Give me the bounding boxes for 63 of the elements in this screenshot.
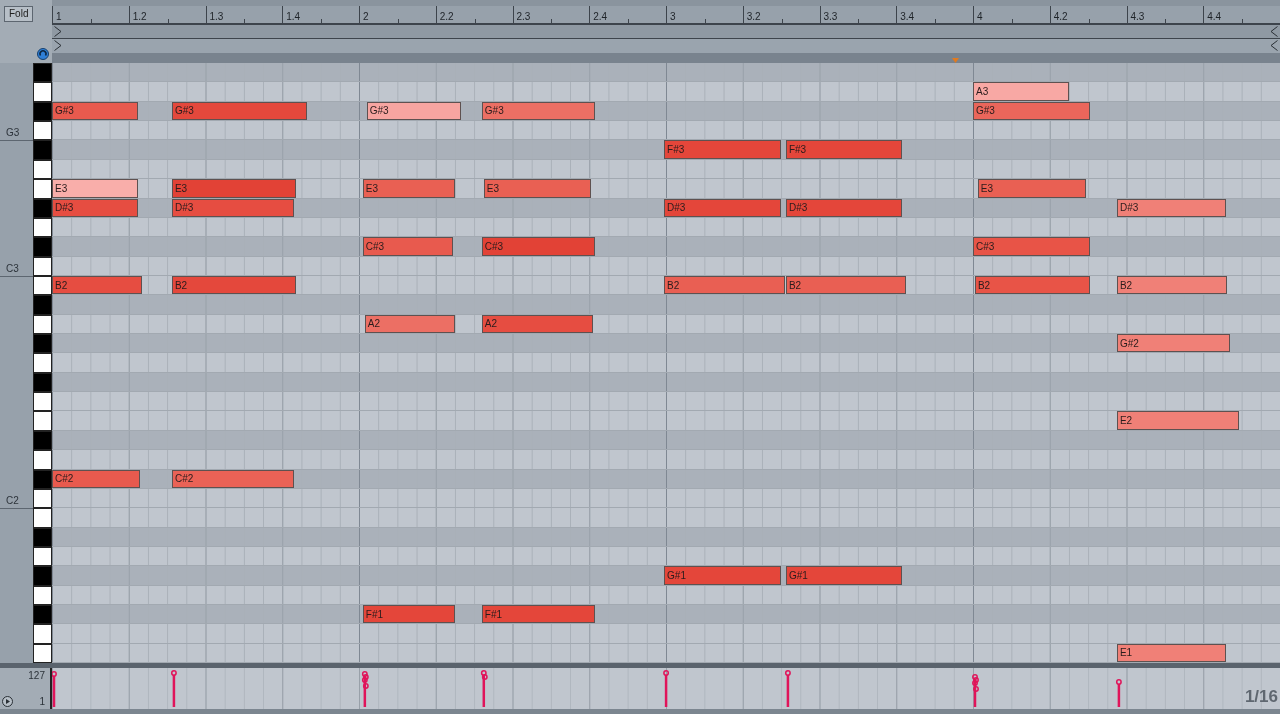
midi-note[interactable]: E3 <box>171 179 296 198</box>
ruler-label: 3 <box>669 10 676 23</box>
midi-note[interactable]: G#1 <box>664 566 782 585</box>
grid-resolution-label: 1/16 <box>1244 687 1278 708</box>
midi-note[interactable]: C#3 <box>481 237 595 256</box>
ruler-label: 4.2 <box>1052 10 1068 23</box>
chevron-right-icon <box>54 40 62 52</box>
midi-note[interactable]: F#3 <box>785 140 902 159</box>
velocity-stem[interactable] <box>361 671 369 708</box>
midi-note[interactable]: E3 <box>362 179 455 198</box>
natural-piano-key[interactable] <box>33 508 52 528</box>
natural-piano-key[interactable] <box>33 121 52 141</box>
ruler-label: 3.2 <box>745 10 761 23</box>
velocity-stem[interactable] <box>663 670 670 708</box>
ruler-label: 1.3 <box>208 10 224 23</box>
midi-note[interactable]: E3 <box>977 179 1087 198</box>
velocity-stem[interactable] <box>972 674 979 708</box>
ruler-label: 1.4 <box>285 10 301 23</box>
midi-note[interactable]: G#1 <box>785 566 902 585</box>
ruler-label: 2.2 <box>438 10 454 23</box>
midi-note[interactable]: F#3 <box>664 140 782 159</box>
midi-note[interactable]: A3 <box>973 82 1069 101</box>
ruler-label: 4 <box>976 10 983 23</box>
octave-label: G3 <box>5 127 20 141</box>
chevron-left-icon <box>1270 25 1278 37</box>
chevron-left-icon <box>1270 40 1278 52</box>
midi-note[interactable]: E3 <box>52 179 139 198</box>
velocity-stem[interactable] <box>480 670 488 708</box>
ruler-label: 2.4 <box>592 10 608 23</box>
ruler-label: 1.2 <box>131 10 147 23</box>
natural-piano-key[interactable] <box>33 624 52 644</box>
velocity-stem[interactable] <box>1115 679 1122 708</box>
natural-piano-key[interactable] <box>33 353 52 373</box>
fold-button[interactable]: Fold <box>4 6 34 22</box>
velocity-stem[interactable] <box>52 671 57 708</box>
octave-label: C3 <box>5 262 19 276</box>
ruler-label: 2.3 <box>515 10 531 23</box>
midi-note[interactable]: F#1 <box>481 605 595 624</box>
octave-label: C2 <box>5 495 19 509</box>
play-icon[interactable] <box>2 696 13 708</box>
ruler-label: 1 <box>55 10 62 23</box>
natural-piano-key[interactable] <box>33 411 52 431</box>
ruler-label: 2 <box>362 10 369 23</box>
midi-note[interactable]: G#2 <box>1116 334 1231 353</box>
velocity-min-label: 1 <box>38 696 45 708</box>
midi-note[interactable]: E2 <box>1116 411 1239 430</box>
velocity-stem[interactable] <box>170 670 177 708</box>
midi-note[interactable]: E3 <box>483 179 592 198</box>
chevron-right-icon <box>54 25 62 37</box>
ruler-label: 4.3 <box>1129 10 1145 23</box>
midi-note[interactable]: C#3 <box>362 237 453 256</box>
velocity-stem[interactable] <box>784 670 791 708</box>
natural-piano-key[interactable] <box>33 392 52 412</box>
midi-note[interactable]: C#3 <box>973 237 1091 256</box>
midi-note[interactable]: F#1 <box>362 605 455 624</box>
ruler-label: 4.4 <box>1206 10 1222 23</box>
natural-piano-key[interactable] <box>33 179 52 199</box>
natural-piano-key[interactable] <box>33 82 52 102</box>
ruler-label: 3.4 <box>899 10 915 23</box>
natural-piano-key[interactable] <box>33 450 52 470</box>
ruler-label: 3.3 <box>822 10 838 23</box>
circle-arrow-icon[interactable] <box>37 48 49 60</box>
velocity-max-label: 127 <box>27 670 45 684</box>
